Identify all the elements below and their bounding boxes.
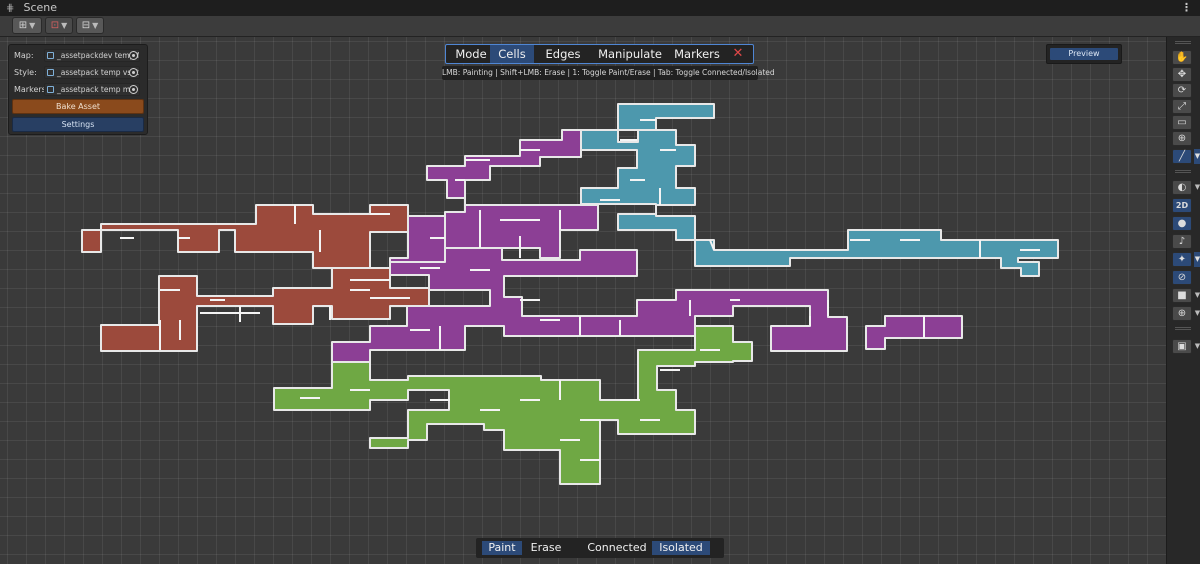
chevron-down-icon: ▼ xyxy=(29,21,36,30)
move-tool-icon[interactable]: ✥ xyxy=(1172,67,1192,82)
object-picker-icon[interactable] xyxy=(129,51,138,60)
map-value: _assetpackdev temp fi xyxy=(57,51,140,60)
scale-tool-icon[interactable]: ⤢ xyxy=(1172,99,1192,114)
hotkey-hint: LMB: Painting | Shift+LMB: Erase | 1: To… xyxy=(442,66,775,80)
increment-icon: ⊟ xyxy=(81,20,91,31)
chevron-down-icon: ▼ xyxy=(92,21,99,30)
bake-asset-button[interactable]: Bake Asset xyxy=(12,99,144,114)
strip-grip xyxy=(1175,41,1191,44)
map-label: Map: xyxy=(14,51,34,60)
effects-toggle-icon[interactable]: ✦ xyxy=(1172,252,1192,267)
strip-divider xyxy=(1175,170,1191,173)
style-value: _assetpack temp vsett xyxy=(57,68,140,77)
brush-tool-icon[interactable]: ╱ xyxy=(1172,149,1192,164)
kebab-menu-icon[interactable]: ⋮ xyxy=(1181,0,1192,16)
transform-tool-icon[interactable]: ⊕ xyxy=(1172,131,1192,146)
markers-value: _assetpack temp m xyxy=(57,85,131,94)
style-label: Style: xyxy=(14,68,37,77)
markers-object-field[interactable]: _assetpack temp m xyxy=(44,83,140,96)
camera-icon[interactable]: ■ xyxy=(1172,288,1192,303)
object-picker-icon[interactable] xyxy=(129,85,138,94)
gizmo-toggle-button[interactable]: ⊞ ▼ xyxy=(12,17,42,34)
mode-toolbar: Mode Cells Edges Manipulate Markers ✕ xyxy=(445,44,754,64)
mode-manipulate-tab[interactable]: Manipulate xyxy=(594,45,666,63)
chevron-down-icon[interactable]: ▼ xyxy=(1194,288,1200,303)
scene-viewport[interactable] xyxy=(0,37,1166,564)
settings-button[interactable]: Settings xyxy=(12,117,144,132)
close-icon[interactable]: ✕ xyxy=(728,45,748,63)
object-picker-icon[interactable] xyxy=(129,68,138,77)
overlay-save-icon[interactable]: ▣ xyxy=(1172,339,1192,354)
isolated-toggle[interactable]: Isolated xyxy=(652,541,710,555)
mode-edges-tab[interactable]: Edges xyxy=(538,45,588,63)
gizmos-icon[interactable]: ⊕ xyxy=(1172,306,1192,321)
chevron-down-icon: ▼ xyxy=(61,21,68,30)
audio-toggle-icon[interactable]: ♪ xyxy=(1172,234,1192,249)
mode-markers-tab[interactable]: Markers xyxy=(672,45,722,63)
shading-mode-icon[interactable]: ◐ xyxy=(1172,180,1192,195)
chevron-down-icon[interactable]: ▼ xyxy=(1194,306,1200,321)
hand-tool-icon[interactable]: ✋ xyxy=(1172,50,1192,65)
paint-toggle[interactable]: Paint xyxy=(482,541,522,555)
style-row: Style: _assetpack temp vsett xyxy=(12,65,144,80)
scene-tools-strip: ✋ ✥ ⟳ ⤢ ▭ ⊕ ╱ ▼ ◐ ▼ 2D ● ♪ ✦ ▼ ⊘ ■ ▼ ⊕ ▼… xyxy=(1166,37,1200,564)
preview-label: Preview xyxy=(1050,48,1118,60)
unity-scene-window: ⋕ Scene ⋮ ⊞ ▼ ⊡ ▼ ⊟ ▼ Map: _assetpackdev… xyxy=(0,0,1200,564)
dungeon-map[interactable] xyxy=(0,37,1166,564)
increment-snap-button[interactable]: ⊟ ▼ xyxy=(76,17,104,34)
chevron-down-icon[interactable]: ▼ xyxy=(1194,149,1200,164)
scene-tab[interactable]: ⋕ Scene ⋮ xyxy=(0,0,1200,16)
scene-title: Scene xyxy=(23,1,58,14)
scene-grid-icon: ⋕ xyxy=(6,3,15,14)
chevron-down-icon[interactable]: ▼ xyxy=(1194,339,1200,354)
markers-row: Markers: _assetpack temp m xyxy=(12,82,144,97)
paint-mode-toolbar: Paint Erase Connected Isolated xyxy=(476,538,724,558)
lighting-toggle-icon[interactable]: ● xyxy=(1172,216,1192,231)
grid-move-icon: ⊞ xyxy=(18,20,28,31)
2d-toggle[interactable]: 2D xyxy=(1172,198,1192,213)
rotate-tool-icon[interactable]: ⟳ xyxy=(1172,83,1192,98)
scene-toolbar: ⊞ ▼ ⊡ ▼ ⊟ ▼ xyxy=(0,16,1200,37)
asset-icon xyxy=(47,52,54,59)
map-object-field[interactable]: _assetpackdev temp fi xyxy=(44,49,140,62)
connected-toggle[interactable]: Connected xyxy=(586,541,648,555)
snap-icon: ⊡ xyxy=(50,20,60,31)
hidden-objects-icon[interactable]: ⊘ xyxy=(1172,270,1192,285)
chevron-down-icon[interactable]: ▼ xyxy=(1194,180,1200,195)
bake-settings-panel: Map: _assetpackdev temp fi Style: _asset… xyxy=(8,44,148,135)
mode-label: Mode xyxy=(455,47,487,61)
snap-toggle-button[interactable]: ⊡ ▼ xyxy=(45,17,73,34)
cyan-region[interactable] xyxy=(580,103,1059,277)
rect-tool-icon[interactable]: ▭ xyxy=(1172,115,1192,130)
map-row: Map: _assetpackdev temp fi xyxy=(12,48,144,63)
chevron-down-icon[interactable]: ▼ xyxy=(1194,252,1200,267)
strip-divider xyxy=(1175,327,1191,330)
style-object-field[interactable]: _assetpack temp vsett xyxy=(44,66,140,79)
erase-toggle[interactable]: Erase xyxy=(526,541,566,555)
preview-button[interactable]: Preview xyxy=(1046,44,1122,64)
mode-cells-tab[interactable]: Cells xyxy=(490,45,534,63)
asset-icon xyxy=(47,69,54,76)
asset-icon xyxy=(47,86,54,93)
